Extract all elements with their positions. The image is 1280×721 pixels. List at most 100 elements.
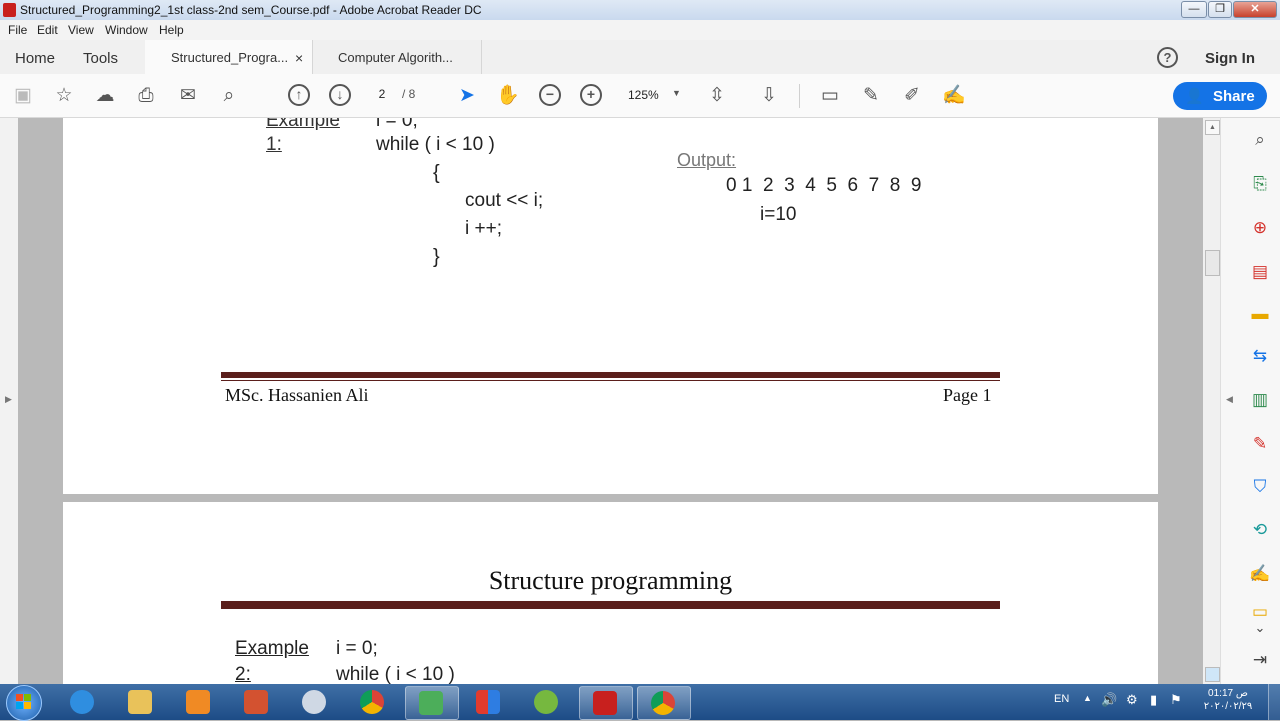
email-icon[interactable]: ✉: [176, 84, 200, 108]
utorrent-icon: [534, 690, 558, 714]
clock[interactable]: 01:17 ص ٢٠٢٠/٠٢/٢٩: [1196, 687, 1260, 713]
network-tray-icon[interactable]: ⚙: [1126, 692, 1138, 708]
taskbar-chrome-2[interactable]: [637, 686, 691, 720]
vertical-scrollbar[interactable]: ▲: [1203, 118, 1220, 684]
expand-left-panel-icon[interactable]: ▶: [5, 394, 12, 405]
organize-pages-icon[interactable]: ▥: [1248, 388, 1272, 412]
help-icon[interactable]: ?: [1157, 47, 1178, 68]
page-fit-icon[interactable]: ⇳: [705, 84, 729, 108]
save-icon[interactable]: ▣: [11, 84, 35, 108]
upload-cloud-icon[interactable]: ☁: [93, 84, 117, 108]
tab-document-2-label: Computer Algorith...: [338, 50, 453, 65]
menu-view[interactable]: View: [68, 23, 94, 37]
taskbar-internet-explorer[interactable]: [57, 686, 109, 718]
draw-icon[interactable]: ✐: [900, 84, 924, 108]
previous-page-icon[interactable]: ↑: [288, 84, 310, 106]
office-icon: [244, 690, 268, 714]
start-button[interactable]: [6, 685, 42, 721]
output-values: 0 1 2 3 4 5 6 7 8 9: [726, 175, 922, 196]
taskbar-office-app[interactable]: [231, 686, 283, 718]
code-line-increment: i ++;: [465, 218, 502, 239]
highlight-pen-icon[interactable]: ✎: [859, 84, 883, 108]
code-close-brace: }: [433, 246, 440, 268]
select-cursor-icon[interactable]: ➤: [455, 84, 479, 108]
menu-edit[interactable]: Edit: [37, 23, 58, 37]
tab-document-2[interactable]: Computer Algorith...: [313, 40, 482, 74]
close-window-button[interactable]: ✕: [1233, 1, 1277, 18]
code-2-line-while: while ( i < 10 ): [336, 664, 455, 684]
chevron-down-icon[interactable]: ⌄: [1248, 616, 1272, 640]
language-indicator[interactable]: EN: [1054, 693, 1069, 705]
tab-document-1-label: Structured_Progra...: [171, 50, 289, 65]
tray-expand-icon[interactable]: ▲: [1083, 693, 1092, 703]
taskbar-chrome-1[interactable]: [347, 686, 399, 718]
fill-sign-icon[interactable]: ✍: [942, 84, 966, 108]
menu-file[interactable]: File: [8, 23, 27, 37]
show-desktop-button[interactable]: [1268, 684, 1280, 720]
example-2-number: 2:: [235, 664, 251, 684]
page-total: / 8: [402, 87, 416, 101]
edit-pdf-icon[interactable]: ▤: [1248, 260, 1272, 284]
zoom-dropdown-icon[interactable]: ▼: [672, 88, 681, 98]
taskbar-blocks-app[interactable]: [463, 686, 515, 718]
media-player-icon: [186, 690, 210, 714]
search-panel-icon[interactable]: ⌕: [1248, 128, 1272, 152]
windows-taskbar: EN ▲ 🔊 ⚙ ▮ ⚑ 01:17 ص ٢٠٢٠/٠٢/٢٩: [0, 684, 1280, 721]
volume-icon[interactable]: 🔊: [1101, 692, 1117, 708]
search-zoom-icon[interactable]: ⌕: [217, 84, 241, 108]
taskbar-paint[interactable]: [289, 686, 341, 718]
scroll-thumb[interactable]: [1205, 250, 1220, 276]
export-pdf-icon[interactable]: ⎘: [1248, 172, 1272, 196]
acrobat-reader-icon: [593, 691, 617, 715]
minimize-button[interactable]: —: [1181, 1, 1207, 18]
tab-home[interactable]: Home: [15, 50, 55, 67]
tab-bar: Home Tools Structured_Progra... × Comput…: [0, 40, 1280, 75]
code-line-cout: cout << i;: [465, 190, 544, 211]
heading-rule: [221, 601, 1000, 609]
footer-page-number: Page 1: [943, 385, 992, 405]
toolbar-divider: [799, 84, 800, 108]
maximize-button[interactable]: ❐: [1208, 1, 1232, 18]
taskbar-file-explorer[interactable]: [115, 686, 167, 718]
scroll-down-arrow-icon[interactable]: [1205, 667, 1220, 682]
protect-shield-icon[interactable]: ⛉: [1248, 475, 1272, 499]
zoom-level-select[interactable]: 125%: [628, 88, 659, 102]
next-page-icon[interactable]: ↓: [329, 84, 351, 106]
taskbar-media-player[interactable]: [173, 686, 225, 718]
bookmark-star-icon[interactable]: ☆: [52, 84, 76, 108]
comment-panel-icon[interactable]: ▬: [1248, 302, 1272, 326]
output-label: Output:: [677, 150, 737, 170]
send-for-review-icon[interactable]: ⟲: [1248, 518, 1272, 542]
taskbar-utorrent[interactable]: [521, 686, 573, 718]
comment-icon[interactable]: ▭: [818, 84, 842, 108]
clock-date: ٢٠٢٠/٠٢/٢٩: [1203, 701, 1253, 712]
hide-panel-icon[interactable]: ⇥: [1248, 648, 1272, 672]
zoom-in-icon[interactable]: +: [580, 84, 602, 106]
menu-window[interactable]: Window: [105, 23, 148, 37]
tab-tools[interactable]: Tools: [83, 50, 118, 67]
taskbar-acrobat-reader[interactable]: [579, 686, 633, 720]
tab-document-1[interactable]: Structured_Progra... ×: [145, 40, 313, 74]
collapse-right-panel-icon[interactable]: ◀: [1226, 394, 1233, 405]
combine-files-icon[interactable]: ⇆: [1248, 344, 1272, 368]
scroll-mode-icon[interactable]: ⇩: [757, 84, 781, 108]
print-icon[interactable]: ⎙: [134, 84, 158, 108]
document-viewport[interactable]: Example 1: i = 0; while ( i < 10 ) { cou…: [18, 118, 1203, 684]
flag-icon[interactable]: ⚑: [1170, 692, 1182, 708]
hand-tool-icon[interactable]: ✋: [496, 84, 520, 108]
sign-in-link[interactable]: Sign In: [1205, 50, 1255, 67]
battery-icon[interactable]: ▮: [1150, 692, 1157, 708]
share-button[interactable]: 👤 Share: [1173, 82, 1267, 110]
menu-help[interactable]: Help: [159, 23, 184, 37]
fill-sign-panel-icon[interactable]: ✎: [1248, 432, 1272, 456]
send-for-signature-icon[interactable]: ✍: [1248, 562, 1272, 586]
zoom-out-icon[interactable]: −: [539, 84, 561, 106]
footer-rule-thin: [221, 380, 1000, 381]
share-person-icon: 👤: [1185, 88, 1204, 105]
scroll-up-arrow-icon[interactable]: ▲: [1205, 120, 1220, 135]
taskbar-network-tool[interactable]: [405, 686, 459, 720]
create-pdf-icon[interactable]: ⊕: [1248, 216, 1272, 240]
acrobat-icon: [3, 3, 16, 17]
tab-close-icon[interactable]: ×: [295, 50, 303, 66]
page-number-input[interactable]: 2: [372, 87, 392, 101]
